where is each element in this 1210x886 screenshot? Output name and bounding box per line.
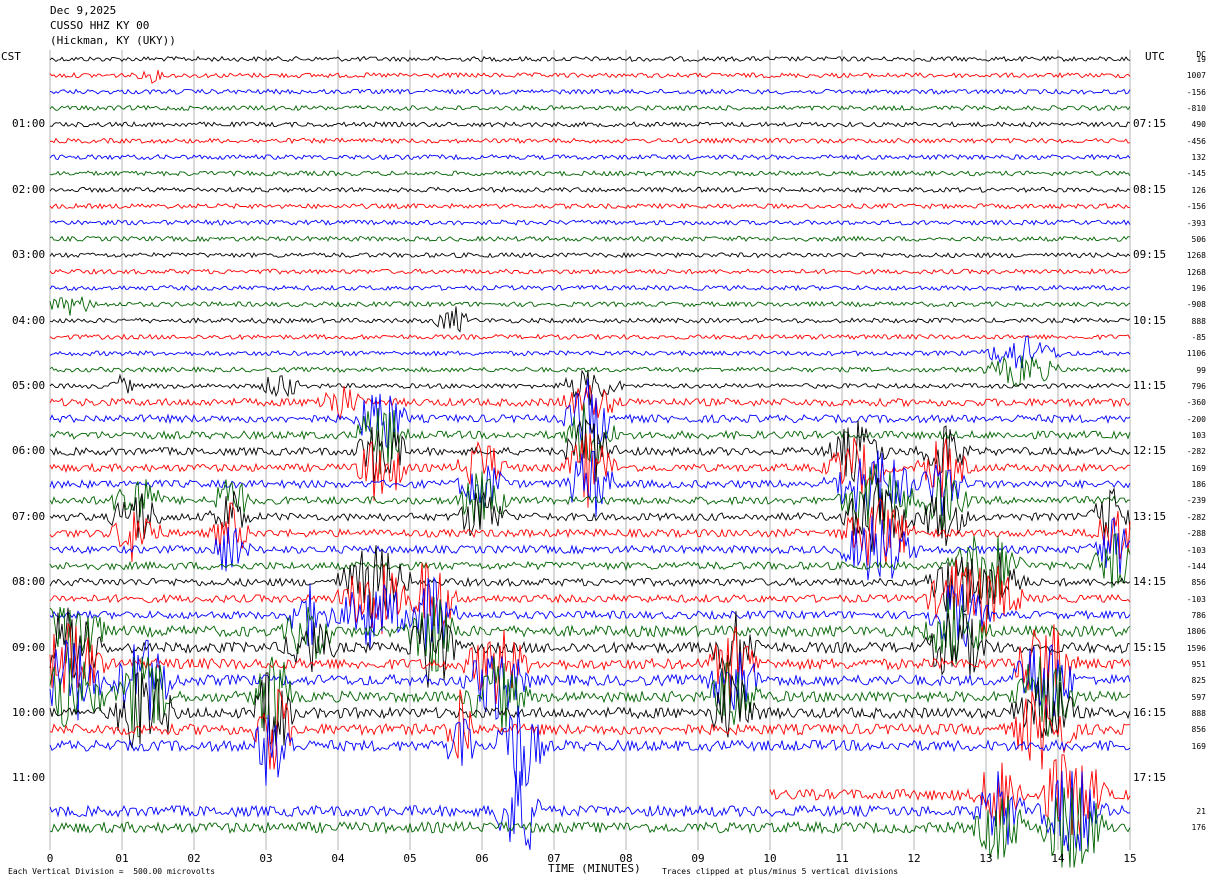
x-tick-label: 14 bbox=[1051, 852, 1065, 865]
x-tick-label: 13 bbox=[979, 852, 992, 865]
seismogram-plot: 0 01 02 03 04 05 06 07 08 09 10 11 12 13 14 15 bbox=[47, 50, 1137, 868]
trace-line bbox=[49, 88, 1131, 96]
x-tick-label: 0 bbox=[47, 852, 54, 865]
x-tick-label: 11 bbox=[835, 852, 848, 865]
x-tick-label: 15 bbox=[1123, 852, 1136, 865]
x-tick-label: 12 bbox=[907, 852, 920, 865]
trace-line bbox=[49, 120, 1131, 128]
trace-line bbox=[49, 70, 1131, 84]
x-tick-label: 06 bbox=[475, 852, 488, 865]
trace-line bbox=[49, 639, 1131, 721]
trace-line bbox=[49, 296, 1131, 316]
x-tick-label: 10 bbox=[763, 852, 776, 865]
trace-line bbox=[49, 355, 1131, 388]
x-tick-label: 01 bbox=[115, 852, 128, 865]
trace-line bbox=[49, 705, 1131, 787]
x-tick-label: 09 bbox=[691, 852, 704, 865]
trace-line bbox=[49, 186, 1131, 194]
x-tick-label: 05 bbox=[403, 852, 416, 865]
trace-line bbox=[49, 306, 1131, 333]
trace-line bbox=[49, 787, 1131, 868]
trace-line bbox=[49, 235, 1131, 243]
trace-line bbox=[49, 55, 1131, 63]
trace-line bbox=[49, 137, 1131, 145]
trace-line bbox=[769, 754, 1131, 835]
trace-line bbox=[49, 672, 1131, 750]
trace-line bbox=[49, 656, 1131, 738]
trace-line bbox=[49, 104, 1131, 112]
trace-line bbox=[49, 268, 1131, 275]
trace-line bbox=[49, 333, 1131, 341]
minute-gridlines bbox=[49, 50, 1131, 850]
trace-line bbox=[49, 771, 1131, 852]
trace-line bbox=[49, 202, 1130, 210]
x-tick-label: 03 bbox=[259, 852, 272, 865]
trace-line bbox=[49, 284, 1131, 292]
x-tick-label: 04 bbox=[331, 852, 345, 865]
clip-note: Traces clipped at plus/minus 5 vertical … bbox=[662, 867, 899, 876]
scale-note: Each Vertical Division = 500.00 microvol… bbox=[8, 867, 216, 876]
helicorder-traces bbox=[49, 55, 1131, 868]
trace-line bbox=[49, 251, 1131, 259]
trace-line bbox=[49, 219, 1131, 226]
trace-line bbox=[49, 153, 1131, 161]
trace-line bbox=[49, 335, 1131, 369]
trace-line bbox=[49, 497, 1131, 566]
trace-line bbox=[49, 170, 1131, 177]
x-tick-label: 02 bbox=[187, 852, 200, 865]
x-axis-title: TIME (MINUTES) bbox=[548, 862, 641, 875]
